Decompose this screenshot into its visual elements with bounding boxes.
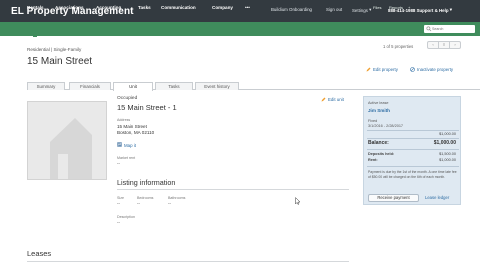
unit-photo-placeholder[interactable]	[27, 101, 107, 180]
search-icon	[426, 26, 432, 32]
address-line2: Boston, MA 02110	[117, 130, 155, 135]
edit-unit-link[interactable]: Edit unit	[328, 97, 344, 102]
inactivate-icon	[410, 67, 415, 72]
list-icon[interactable]: ≡	[439, 42, 450, 48]
size-label: Size	[117, 196, 124, 200]
inactivate-property-link[interactable]: Inactivate property	[417, 67, 453, 72]
lease-top-amount: $1,000.00	[439, 132, 456, 136]
nav-files[interactable]: Files	[373, 5, 381, 10]
divider	[367, 130, 459, 131]
settings-menu[interactable]: Settings ▾	[352, 7, 371, 13]
bedrooms-label: Bedrooms	[137, 196, 154, 200]
tab-bar: Summary Financials Unit Tasks Event hist…	[27, 82, 480, 91]
bedrooms-value: --	[137, 201, 140, 206]
divider	[367, 149, 459, 150]
mouse-cursor-icon	[295, 197, 301, 205]
nav-reports[interactable]: Reports	[389, 5, 403, 10]
tab-event-history[interactable]: Event history	[195, 82, 239, 90]
chevron-down-icon: ▾	[448, 7, 452, 12]
active-lease-card: Active lease Jim Smith Fixed 3/1/2016 - …	[363, 96, 461, 205]
nav-rentals[interactable]: Rentals	[27, 5, 44, 10]
receive-payment-button[interactable]: Receive payment	[368, 194, 419, 202]
lease-ledger-link[interactable]: Lease ledger	[425, 195, 449, 200]
onboarding-link[interactable]: Buildium Onboarding	[271, 7, 312, 12]
deposits-value: $1,500.00	[439, 152, 456, 156]
tab-unit[interactable]: Unit	[113, 82, 153, 91]
nav-associations[interactable]: Associations	[55, 5, 84, 10]
tab-summary[interactable]: Summary	[27, 82, 65, 90]
bathrooms-label: Bathrooms	[168, 196, 186, 200]
house-icon	[50, 118, 92, 179]
divider	[117, 189, 349, 190]
main-nav	[0, 22, 480, 36]
divider	[367, 138, 459, 139]
leases-section-title: Leases	[27, 249, 52, 258]
address-line1: 15 Main Street	[117, 124, 147, 129]
search-input[interactable]	[432, 26, 472, 32]
pencil-icon	[366, 67, 371, 72]
address-label: Address	[117, 118, 131, 122]
map-it-link[interactable]: Map it	[124, 143, 136, 148]
page-title: 15 Main Street	[27, 56, 93, 67]
nav-company[interactable]: Company	[212, 5, 233, 10]
balance-label: Balance:	[368, 140, 389, 146]
balance-value: $1,000.00	[433, 140, 456, 146]
market-rent-label: Market rent	[117, 156, 136, 160]
tenant-name-link[interactable]: Jim Smith	[368, 108, 390, 113]
pager-count: 1 of 5 properties	[383, 44, 414, 49]
rent-value: $1,000.00	[439, 158, 456, 162]
lease-dates: 3/1/2016 - 2/28/2017	[368, 124, 404, 128]
lease-type: Fixed	[368, 119, 378, 123]
tab-financials[interactable]: Financials	[69, 82, 111, 90]
breadcrumb: Residential | Single-Family	[27, 47, 82, 52]
chevron-down-icon: ▾	[367, 7, 372, 12]
nav-more[interactable]: •••	[245, 5, 250, 10]
nav-communication[interactable]: Communication	[161, 5, 196, 10]
market-rent-value: --	[117, 161, 120, 166]
divider	[367, 166, 459, 167]
size-value: --	[117, 201, 120, 206]
next-icon[interactable]: ›	[450, 42, 460, 48]
divider	[27, 261, 349, 262]
map-icon	[117, 142, 122, 147]
listing-section-title: Listing information	[117, 178, 176, 187]
active-nav-indicator	[33, 35, 37, 37]
occupancy-status: Occupied	[117, 96, 138, 101]
payment-note: Payment is due by the 1st of the month. …	[368, 170, 457, 179]
plus-icon[interactable]: +	[408, 5, 410, 10]
active-lease-label: Active lease	[368, 101, 389, 105]
edit-property-link[interactable]: Edit property	[373, 67, 398, 72]
bathrooms-value: --	[168, 201, 171, 206]
unit-title: 15 Main Street - 1	[117, 103, 177, 112]
nav-accounting[interactable]: Accounting	[96, 5, 121, 10]
pager-controls: ‹ ≡ ›	[427, 41, 461, 49]
description-label: Description	[117, 215, 135, 219]
nav-tasks[interactable]: Tasks	[138, 5, 151, 10]
prev-icon[interactable]: ‹	[428, 42, 439, 48]
rent-label: Rent:	[368, 158, 378, 162]
signout-link[interactable]: Sign out	[326, 7, 342, 12]
description-value: --	[117, 220, 120, 225]
deposits-label: Deposits held:	[368, 152, 395, 156]
pencil-icon	[321, 97, 326, 102]
tab-tasks[interactable]: Tasks	[155, 82, 193, 90]
